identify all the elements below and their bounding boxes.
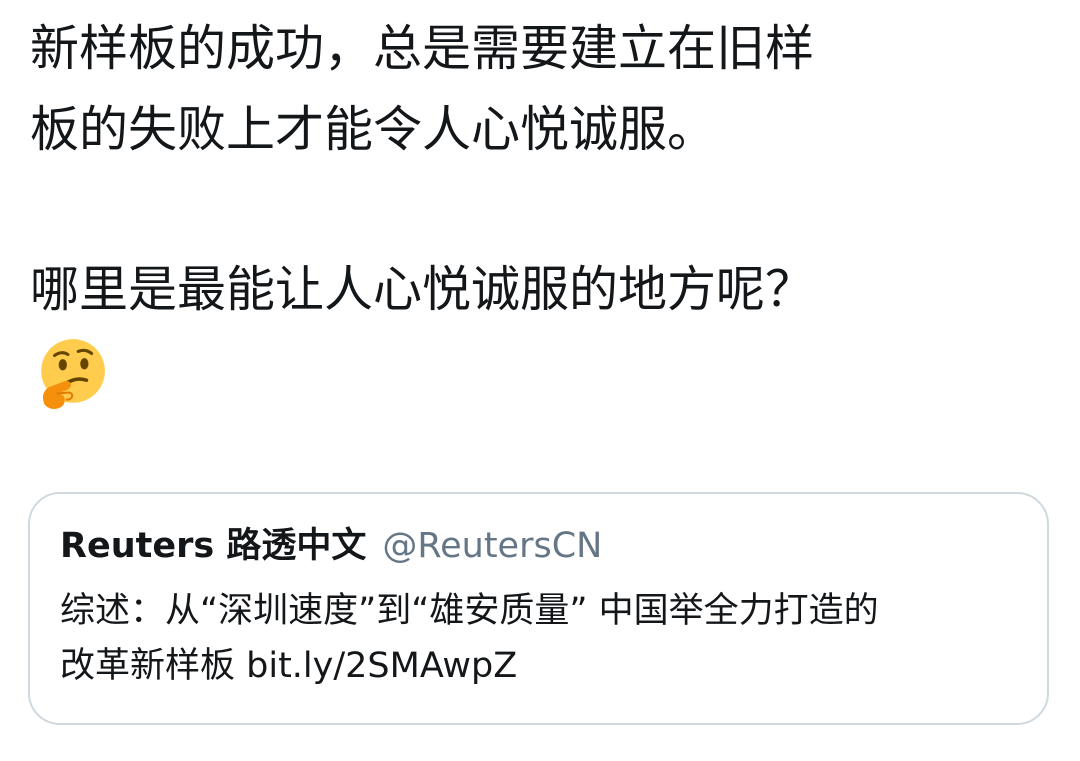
quoted-tweet-text: 综述：从“深圳速度”到“雄安质量” 中国举全力打造的 改革新样板 bit.ly/… xyxy=(60,584,1020,694)
quoted-tweet-text-line: 改革新样板 bit.ly/2SMAwpZ xyxy=(60,646,518,686)
tweet-text-line: 板的失败上才能令人心悦诚服。 xyxy=(30,101,717,158)
thinking-face-icon xyxy=(41,339,105,409)
tweet-text-line: 新样板的成功，总是需要建立在旧样 xyxy=(30,20,815,77)
quoted-tweet-header: Reuters 路透中文 @ReutersCN xyxy=(60,524,602,568)
tweet: 新样板的成功，总是需要建立在旧样 板的失败上才能令人心悦诚服。 哪里是最能让人心… xyxy=(0,0,1080,761)
quoted-tweet-text-line: 综述：从“深圳速度”到“雄安质量” 中国举全力打造的 xyxy=(60,591,879,631)
tweet-text-line: 哪里是最能让人心悦诚服的地方呢？ xyxy=(30,261,815,318)
tweet-text: 新样板的成功，总是需要建立在旧样 板的失败上才能令人心悦诚服。 哪里是最能让人心… xyxy=(30,8,1060,330)
quoted-tweet-card[interactable]: Reuters 路透中文 @ReutersCN 综述：从“深圳速度”到“雄安质量”… xyxy=(28,492,1049,725)
quoted-author-name: Reuters 路透中文 xyxy=(60,526,367,566)
quoted-author-handle: @ReutersCN xyxy=(382,526,603,566)
